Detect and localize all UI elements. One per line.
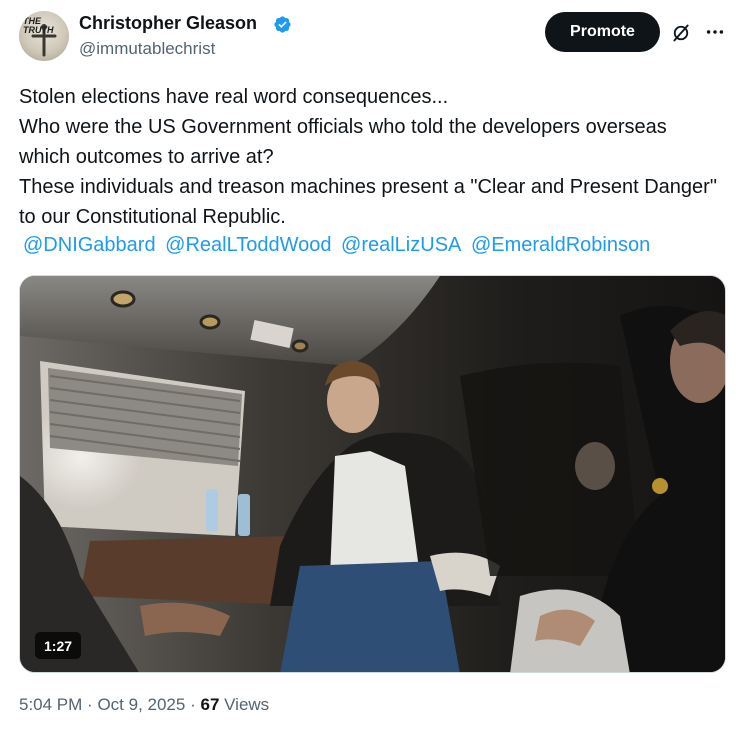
mention-link[interactable]: @RealLToddWood bbox=[165, 234, 331, 256]
grok-icon[interactable] bbox=[671, 23, 691, 43]
more-options-icon[interactable] bbox=[704, 22, 726, 42]
tweet-date[interactable]: Oct 9, 2025 bbox=[97, 695, 185, 714]
video-frame bbox=[20, 276, 725, 672]
video-player[interactable] bbox=[19, 275, 726, 673]
views-label: Views bbox=[224, 695, 270, 714]
author-name[interactable]: Christopher Gleason bbox=[79, 13, 257, 34]
tweet-metadata: 5:04 PM · Oct 9, 2025 · 67 Views bbox=[19, 695, 269, 715]
mentions: @DNIGabbard @RealLToddWood @realLizUSA @… bbox=[23, 230, 654, 260]
mention-link[interactable]: @EmeraldRobinson bbox=[471, 234, 650, 256]
avatar-text: THE TRUTH bbox=[23, 16, 54, 35]
video-duration-badge: 1:27 bbox=[35, 632, 82, 659]
mention-link[interactable]: @realLizUSA bbox=[341, 234, 461, 256]
verified-badge-icon bbox=[274, 16, 291, 33]
tweet-line-3: These individuals and treason machines p… bbox=[19, 176, 717, 228]
meta-separator: · bbox=[87, 695, 93, 714]
meta-separator: · bbox=[190, 695, 196, 714]
tweet-time[interactable]: 5:04 PM bbox=[19, 695, 82, 714]
tweet-text: Stolen elections have real word conseque… bbox=[19, 82, 719, 232]
author-avatar[interactable]: THE TRUTH bbox=[19, 11, 69, 61]
tweet-line-1: Stolen elections have real word conseque… bbox=[19, 86, 449, 108]
author-handle[interactable]: @immutablechrist bbox=[79, 39, 215, 59]
tweet-line-2: Who were the US Government officials who… bbox=[19, 116, 667, 168]
mention-link[interactable]: @DNIGabbard bbox=[23, 234, 156, 256]
views-count: 67 bbox=[200, 695, 220, 714]
promote-button[interactable]: Promote bbox=[545, 12, 660, 52]
